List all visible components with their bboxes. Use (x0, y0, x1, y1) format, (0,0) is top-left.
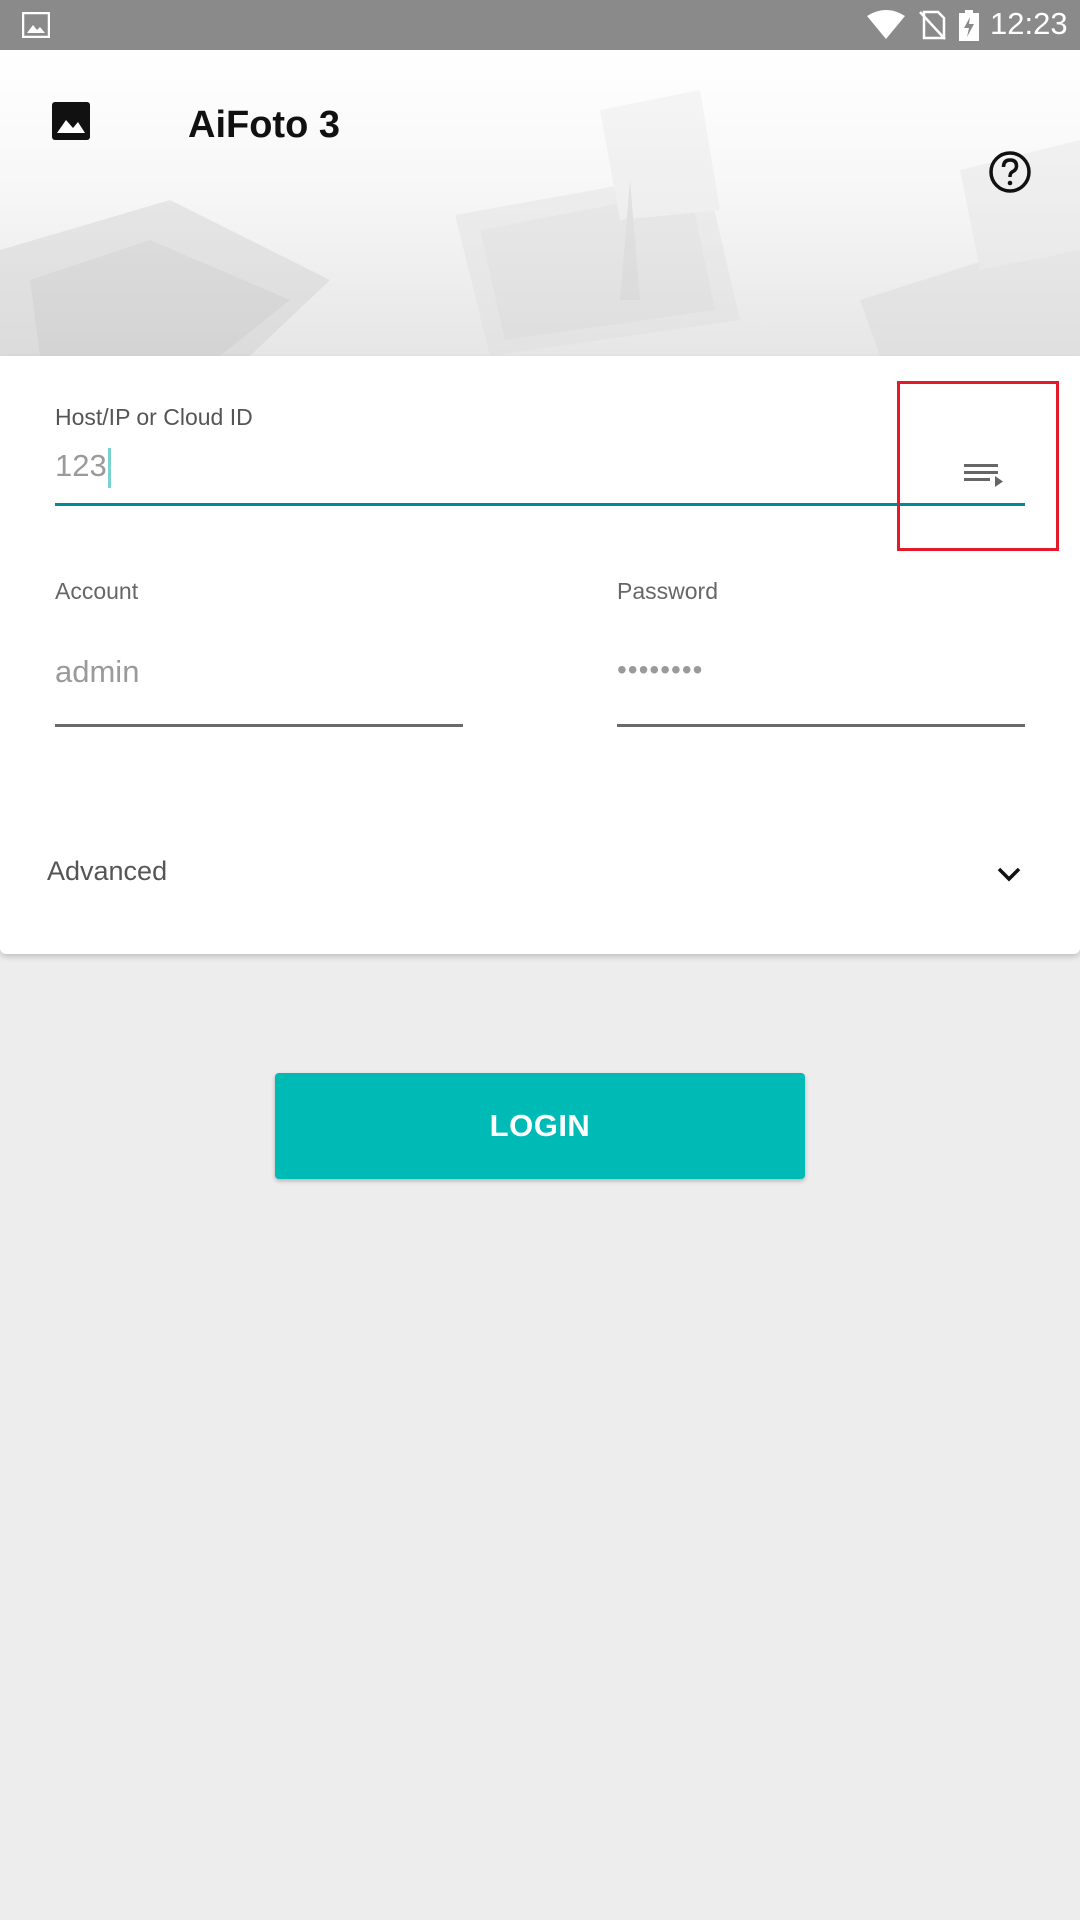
advanced-label: Advanced (47, 856, 168, 886)
account-field-underline (55, 724, 463, 727)
host-field-underline (55, 503, 1025, 506)
app-header: AiFoto 3 (0, 50, 1080, 356)
help-circle-icon[interactable] (988, 150, 1032, 194)
highlight-box (897, 381, 1059, 551)
status-bar: 12:23 (0, 0, 1080, 50)
host-input[interactable]: 123 (55, 448, 111, 488)
chevron-down-icon (997, 867, 1021, 882)
app-title: AiFoto 3 (188, 104, 340, 146)
password-input[interactable]: •••••••• (617, 654, 703, 686)
wifi-icon (867, 10, 905, 39)
status-time: 12:23 (990, 6, 1068, 41)
image-icon[interactable] (52, 102, 90, 140)
password-field-label: Password (617, 578, 718, 604)
login-button[interactable]: LOGIN (275, 1073, 805, 1179)
no-sim-icon (919, 10, 946, 40)
header-background-image (0, 90, 1080, 356)
battery-charging-icon (959, 10, 979, 41)
account-input[interactable]: admin (55, 654, 139, 690)
password-field-underline (617, 724, 1025, 727)
login-form-card: Host/IP or Cloud ID 123 Account admin Pa… (0, 356, 1080, 954)
image-notification-icon (22, 12, 50, 38)
login-button-label: LOGIN (489, 1108, 591, 1143)
host-field-label: Host/IP or Cloud ID (55, 404, 253, 430)
advanced-toggle[interactable]: Advanced (0, 836, 1080, 916)
account-field-label: Account (55, 578, 139, 604)
host-input-value: 123 (55, 448, 107, 484)
text-cursor (107, 448, 111, 488)
